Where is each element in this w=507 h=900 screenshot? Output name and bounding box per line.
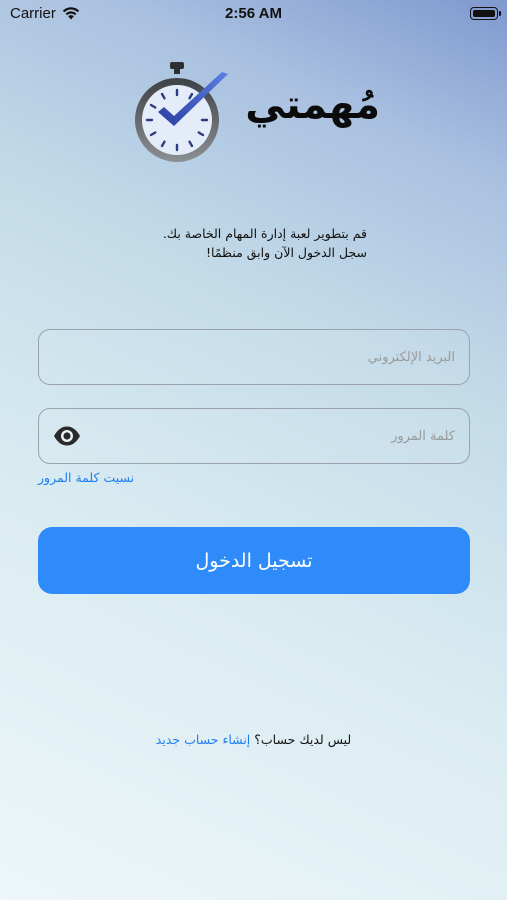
intro-line-2: سجل الدخول الآن وابق منظمًا! <box>206 245 367 260</box>
eye-icon[interactable] <box>53 425 81 447</box>
forgot-password-link[interactable]: نسيت كلمة المرور <box>38 470 134 485</box>
signup-row: ليس لديك حساب؟ إنشاء حساب جديد <box>0 732 507 747</box>
signup-prompt: ليس لديك حساب؟ <box>254 732 352 747</box>
create-account-link[interactable]: إنشاء حساب جديد <box>156 732 251 747</box>
password-input[interactable] <box>99 409 455 463</box>
clock-time: 2:56 AM <box>225 5 282 22</box>
login-button[interactable]: تسجيل الدخول <box>38 527 470 594</box>
app-logo: مُهمتي <box>130 60 380 170</box>
battery-icon <box>470 7 501 20</box>
status-bar: Carrier 2:56 AM <box>0 0 507 28</box>
email-field[interactable] <box>38 329 470 385</box>
intro-line-1: قم بتطوير لعبة إدارة المهام الخاصة بك. <box>162 226 367 241</box>
password-field[interactable] <box>38 408 470 464</box>
intro-text: قم بتطوير لعبة إدارة المهام الخاصة بك. س… <box>40 224 367 262</box>
app-name: مُهمتي <box>245 82 380 128</box>
email-input[interactable] <box>99 330 455 384</box>
stopwatch-check-icon <box>135 62 228 162</box>
